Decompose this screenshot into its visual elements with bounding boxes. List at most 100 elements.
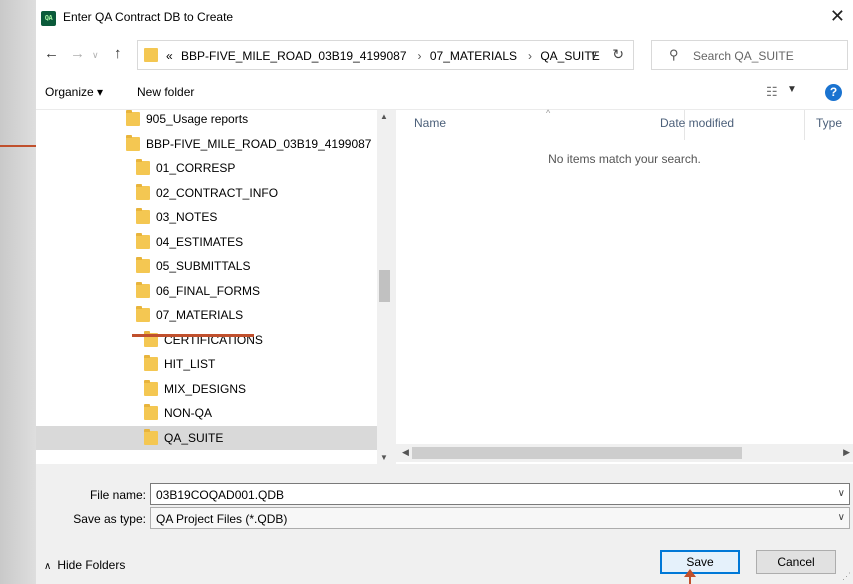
app-icon: QA — [41, 11, 56, 26]
chevron-up-icon: ∧ — [44, 561, 52, 572]
save-button[interactable]: Save — [660, 550, 740, 574]
tree-item[interactable]: HIT_LIST — [36, 352, 377, 376]
scroll-up-icon[interactable]: ▲ — [380, 112, 388, 121]
hide-folders-button[interactable]: ∧ Hide Folders — [44, 558, 125, 572]
refresh-icon[interactable]: ↻ — [612, 46, 624, 63]
file-name-value[interactable]: 03B19COQAD001.QDB — [156, 488, 284, 502]
cancel-button[interactable]: Cancel — [756, 550, 836, 574]
back-arrow-icon[interactable]: ← — [44, 45, 59, 62]
chevron-right-icon[interactable]: › — [528, 49, 532, 63]
folder-icon — [144, 428, 158, 445]
tree-item-label: 07_MATERIALS — [156, 308, 244, 322]
chevron-down-icon[interactable]: ∨ — [838, 512, 845, 523]
tree-item-label: 05_SUBMITTALS — [156, 259, 251, 273]
navigation-bar: ← → ∨ ↑ « BBP-FIVE_MILE_ROAD_03B19_41990… — [36, 36, 853, 74]
search-icon: ⚲ — [669, 47, 679, 62]
folder-icon — [144, 379, 158, 396]
column-header-type[interactable]: Type — [816, 116, 842, 130]
up-arrow-icon[interactable]: ↑ — [114, 45, 122, 62]
folder-icon — [136, 159, 150, 175]
address-dropdown-icon[interactable]: ∨ — [590, 48, 598, 61]
folder-icon — [144, 48, 158, 62]
scrollbar-thumb[interactable] — [379, 270, 390, 302]
tree-item[interactable]: 905_Usage reports — [36, 110, 377, 131]
folder-icon — [144, 404, 158, 420]
breadcrumb-item-materials[interactable]: 07_MATERIALS — [430, 49, 517, 63]
folder-icon — [136, 232, 150, 249]
tree-item[interactable]: MIX_DESIGNS — [36, 377, 377, 401]
save-as-type-label: Save as type: — [73, 512, 146, 526]
view-options-icon[interactable]: ☷ — [766, 84, 778, 100]
tree-item[interactable]: 05_SUBMITTALS — [36, 254, 377, 278]
address-bar[interactable]: « BBP-FIVE_MILE_ROAD_03B19_4199087 › 07_M… — [137, 40, 634, 70]
empty-message: No items match your search. — [548, 152, 701, 166]
folder-icon — [136, 306, 150, 322]
horizontal-scrollbar[interactable]: ◀ ▶ — [396, 444, 853, 462]
close-icon[interactable]: ✕ — [830, 6, 845, 27]
tree-item[interactable]: NON-QA — [36, 401, 377, 425]
tree-item-label: HIT_LIST — [164, 357, 216, 371]
title-bar: QA Enter QA Contract DB to Create ✕ — [36, 0, 853, 36]
tree-item-label: BBP-FIVE_MILE_ROAD_03B19_4199087 — [146, 136, 372, 151]
breadcrumb-item-project[interactable]: BBP-FIVE_MILE_ROAD_03B19_4199087 — [181, 49, 406, 63]
breadcrumb-overflow[interactable]: « — [166, 49, 173, 63]
resize-grip-icon[interactable]: ⋰ — [842, 571, 851, 582]
folder-icon — [136, 183, 150, 200]
recent-locations-chevron-icon[interactable]: ∨ — [92, 50, 99, 61]
tree-item-label: 04_ESTIMATES — [156, 234, 244, 249]
tree-item[interactable]: 04_ESTIMATES — [36, 230, 377, 254]
forward-arrow-icon[interactable]: → — [70, 45, 85, 62]
navigation-pane: QA_SUITE NON-QA MIX_DESIGNS HIT_LIST CERTIFI… — [36, 110, 392, 464]
command-bar: Organize ▾ New folder ☷ ▼ ? — [36, 74, 853, 110]
folder-icon — [126, 134, 140, 151]
tree-item-label: NON-QA — [164, 406, 212, 420]
tree-item-label: 01_CORRESP — [156, 161, 236, 175]
folder-icon — [144, 355, 158, 371]
save-dialog: QA Enter QA Contract DB to Create ✕ ← → … — [36, 0, 853, 584]
folder-icon — [136, 281, 150, 298]
scrollbar-thumb[interactable] — [412, 447, 742, 459]
file-name-field[interactable]: 03B19COQAD001.QDB ∨ — [150, 483, 850, 505]
tree-item[interactable]: 02_CONTRACT_INFO — [36, 181, 377, 205]
search-input[interactable]: Search QA_SUITE — [693, 49, 794, 63]
save-as-type-select[interactable]: QA Project Files (*.QDB) ∨ — [150, 507, 850, 529]
annotation-underline — [132, 334, 254, 337]
view-dropdown-icon[interactable]: ▼ — [787, 84, 797, 95]
tree-item-label: 02_CONTRACT_INFO — [156, 185, 279, 200]
new-folder-button[interactable]: New folder — [137, 85, 194, 99]
folder-icon — [126, 110, 140, 126]
scroll-down-icon[interactable]: ▼ — [380, 453, 388, 462]
tree-item-label: 03_NOTES — [156, 210, 218, 224]
sort-caret-icon: ^ — [546, 108, 551, 118]
tree-item[interactable]: QA_SUITE — [36, 425, 377, 450]
tree-item[interactable]: 07_MATERIALS — [36, 303, 377, 327]
column-header-date-modified[interactable]: Date modified — [660, 116, 734, 130]
tree-item-label: 905_Usage reports — [146, 112, 249, 126]
breadcrumb: « BBP-FIVE_MILE_ROAD_03B19_4199087 › 07_M… — [166, 49, 605, 63]
tree-item-label: MIX_DESIGNS — [164, 381, 247, 396]
help-icon[interactable]: ? — [825, 84, 842, 101]
tree-item[interactable]: 03_NOTES — [36, 205, 377, 229]
tree-item[interactable]: 01_CORRESP — [36, 156, 377, 180]
tree-item[interactable]: CERTIFICATIONS — [36, 328, 377, 352]
organize-button[interactable]: Organize ▾ — [45, 85, 103, 99]
column-header-name[interactable]: Name — [414, 116, 446, 130]
tree-item-label: 06_FINAL_FORMS — [156, 283, 261, 298]
window-title: Enter QA Contract DB to Create — [63, 10, 234, 24]
folder-icon — [136, 208, 150, 224]
scroll-left-icon[interactable]: ◀ — [402, 447, 409, 458]
chevron-right-icon[interactable]: › — [418, 49, 422, 63]
search-box[interactable]: ⚲ Search QA_SUITE — [651, 40, 848, 70]
hide-folders-label: Hide Folders — [57, 558, 126, 572]
folder-icon — [136, 257, 150, 273]
tree-item[interactable]: BBP-FIVE_MILE_ROAD_03B19_4199087 — [36, 132, 377, 156]
scroll-right-icon[interactable]: ▶ — [843, 447, 850, 458]
file-list-pane: ^ Name Date modified Type No items match… — [396, 108, 853, 464]
file-name-label: File name: — [89, 488, 146, 502]
tree-scrollbar[interactable]: ▲ ▼ — [377, 110, 392, 464]
tree-item[interactable]: 06_FINAL_FORMS — [36, 279, 377, 303]
column-divider[interactable] — [804, 110, 805, 140]
tree-item-label: QA_SUITE — [164, 430, 224, 445]
save-as-type-value: QA Project Files (*.QDB) — [156, 512, 288, 526]
chevron-down-icon[interactable]: ∨ — [838, 488, 845, 499]
